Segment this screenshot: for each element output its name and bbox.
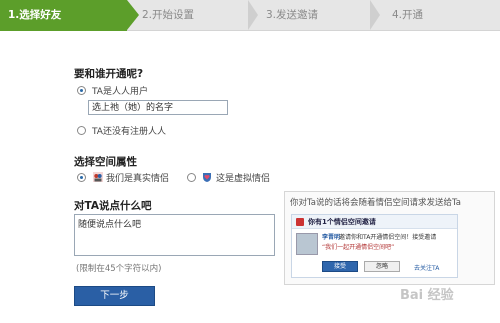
option-real-label: 我们是真实情侣 — [106, 174, 170, 184]
character-limit-hint: (限制在45个字符以内) — [76, 264, 162, 274]
who-title: 要和谁开通呢? — [74, 68, 144, 80]
step-3: 3.发送邀请 — [266, 9, 319, 21]
step-2: 2.开始设置 — [142, 9, 195, 21]
option-unregistered-label: TA还没有注册人人 — [92, 127, 166, 137]
heart-shield-icon — [203, 173, 211, 182]
attribute-title: 选择空间属性 — [74, 156, 137, 168]
invitation-preview: 你对Ta说的话将会随着情侣空间请求发送给Ta 你有1个情侣空间邀请 李晋明 邀请… — [284, 191, 495, 285]
preview-title: 你对Ta说的话将会随着情侣空间请求发送给Ta — [290, 198, 461, 208]
step-bar: 1.选择好友 2.开始设置 3.发送邀请 4.开通 — [0, 0, 500, 31]
message-textarea[interactable]: 随便说点什么吧 — [74, 214, 275, 256]
option-virtual-label: 这是虚拟情侣 — [216, 174, 271, 184]
avatar — [296, 233, 318, 255]
step-separator — [370, 0, 380, 30]
card-header: 你有1个情侣空间邀请 — [292, 215, 457, 229]
step-1: 1.选择好友 — [0, 0, 139, 31]
friend-name-input[interactable]: 选上祂（她）的名字 — [88, 100, 228, 115]
radio-registered[interactable] — [77, 86, 86, 95]
sender-name: 李晋明 — [322, 234, 341, 241]
couple-icon — [93, 172, 103, 182]
card-header-text: 你有1个情侣空间邀请 — [308, 218, 376, 226]
step-separator — [248, 0, 258, 30]
follow-link: 去关注TA — [414, 265, 440, 272]
step-4: 4.开通 — [392, 9, 424, 21]
invitation-card: 你有1个情侣空间邀请 李晋明 邀请你和TA开通情侣空间！接受邀请 “我们一起开通… — [291, 214, 458, 278]
next-step-button[interactable]: 下一步 — [74, 286, 155, 306]
radio-real-couple[interactable] — [77, 173, 86, 182]
ignore-button: 忽略 — [364, 261, 400, 272]
accept-button: 接受 — [322, 261, 358, 272]
radio-unregistered[interactable] — [77, 126, 86, 135]
watermark: Bai 经验 — [400, 288, 454, 303]
invite-text: 邀请你和TA开通情侣空间！接受邀请 — [339, 234, 437, 241]
option-registered-label: TA是人人用户 — [92, 87, 148, 97]
radio-virtual-couple[interactable] — [187, 173, 196, 182]
invitation-icon — [296, 218, 304, 226]
message-title: 对TA说点什么吧 — [74, 200, 152, 212]
invite-quote: “我们一起开通情侣空间吧” — [322, 244, 395, 251]
